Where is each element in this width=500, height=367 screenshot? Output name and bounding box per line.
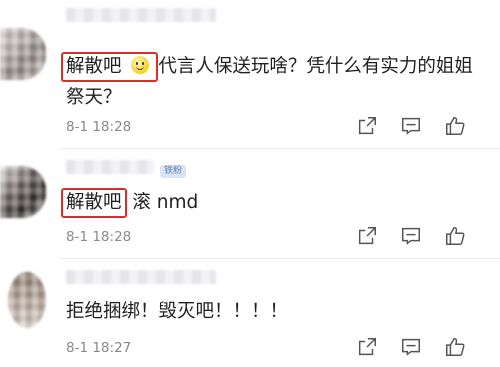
highlighted-text: 解散吧: [66, 192, 122, 213]
comment-actions: [356, 115, 486, 139]
comment-timestamp: 8-1 18:28: [66, 229, 132, 245]
comment-text: 拒绝捆绑！毁灭吧！！！！: [66, 301, 289, 322]
smile-emoji-icon: [131, 56, 150, 74]
comment-text-rest: 滚 nmd: [132, 192, 199, 213]
comment-timestamp: 8-1 18:28: [66, 119, 132, 135]
divider: [60, 258, 500, 259]
highlight-box: 解散吧: [61, 188, 127, 218]
comment-timestamp: 8-1 18:27: [66, 340, 132, 356]
fan-badge: 铁粉: [160, 165, 187, 178]
like-icon[interactable]: [444, 336, 468, 360]
highlight-box: 解散吧: [61, 52, 159, 82]
comment-icon[interactable]: [400, 336, 424, 360]
comment-item: 铁粉 解散吧 滚 nmd 8-1 18:28: [0, 150, 500, 260]
comment-item: 拒绝捆绑！毁灭吧！！！！ 8-1 18:27: [0, 260, 500, 367]
share-icon[interactable]: [356, 115, 380, 139]
comment-text: 解散吧 滚 nmd: [61, 188, 199, 218]
comment-text: 解散吧 代言人保送玩啥？凭什么有实力的姐姐: [61, 52, 473, 82]
divider: [60, 148, 500, 149]
comment-text-line2: 祭天？: [66, 87, 122, 108]
username-blurred[interactable]: [66, 270, 216, 284]
highlighted-text: 解散吧: [66, 56, 122, 77]
comment-text-rest: 代言人保送玩啥？凭什么有实力的姐姐: [158, 56, 473, 77]
comment-icon[interactable]: [400, 115, 424, 139]
comment-item: 解散吧 代言人保送玩啥？凭什么有实力的姐姐 祭天？ 8-1 18:28: [0, 0, 500, 150]
comment-icon[interactable]: [400, 225, 424, 249]
like-icon[interactable]: [444, 225, 468, 249]
like-icon[interactable]: [444, 115, 468, 139]
avatar[interactable]: [0, 28, 46, 80]
avatar[interactable]: [0, 166, 46, 218]
avatar[interactable]: [8, 272, 46, 328]
share-icon[interactable]: [356, 225, 380, 249]
username-blurred[interactable]: [66, 160, 154, 174]
comment-actions: [356, 336, 486, 360]
comment-actions: [356, 225, 486, 249]
share-icon[interactable]: [356, 336, 380, 360]
username-blurred[interactable]: [66, 8, 216, 22]
